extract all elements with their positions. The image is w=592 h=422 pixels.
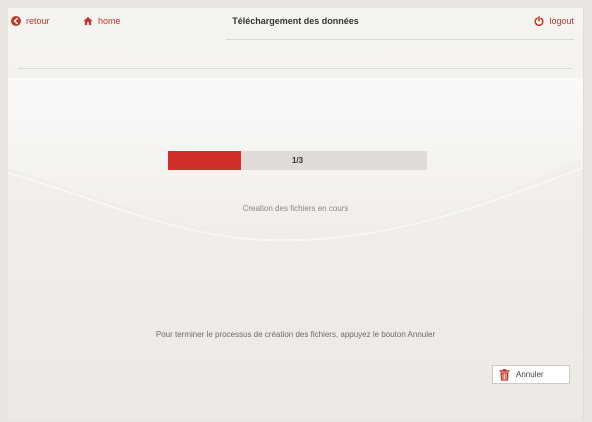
logout-link[interactable]: logout [534,16,574,26]
cancel-label: Annuler [516,370,544,379]
content-divider [18,68,573,69]
logout-label: logout [549,16,574,26]
instruction-text: Pour terminer le processus de création d… [155,330,436,339]
top-bar: retour home Téléchargement des données l… [8,8,583,36]
home-icon [83,16,93,26]
progress-label: 1/3 [291,156,304,165]
back-link[interactable]: retour [11,16,50,26]
home-label: home [98,16,121,26]
app-frame: retour home Téléchargement des données l… [8,8,584,420]
power-icon [534,16,544,26]
back-label: retour [26,16,50,26]
background-swoosh [8,78,583,242]
progress-bar: 1/3 [168,151,427,170]
progress-status: Creation des fichiers en cours [242,204,349,213]
trash-icon [499,368,510,381]
back-arrow-circle-icon [11,16,21,26]
title-divider [226,39,574,40]
cancel-button[interactable]: Annuler [492,365,570,384]
home-link[interactable]: home [83,16,121,26]
